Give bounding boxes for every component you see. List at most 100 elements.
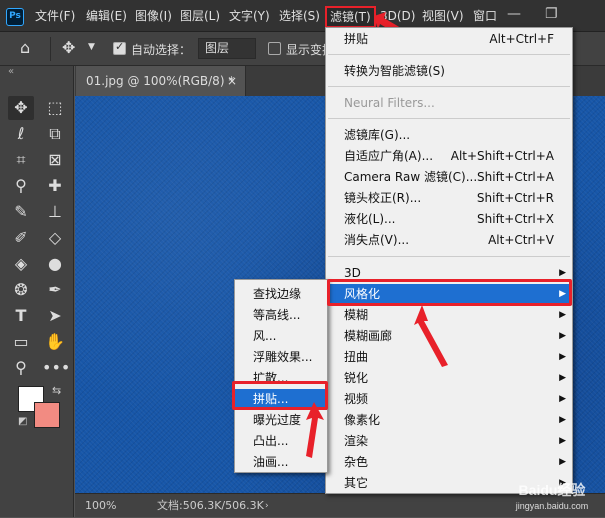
tools-panel: « ✥ ⬚ ℓ ⧉ ⌗ ⊠ ⚲ ✚ ✎ ⊥ ✐ ◇ ◈ ● ❂ ✒ T ➤ ▭ … [0, 66, 74, 517]
filter-menu-item-shortcut: Shift+Ctrl+A [477, 170, 554, 184]
filter-menu-item-shortcut: Alt+Ctrl+F [489, 32, 554, 46]
stylize-submenu-item[interactable]: 风... [235, 326, 327, 347]
filter-menu-item-label: 风格化 [344, 287, 381, 301]
svg-text:Baidu经验: Baidu经验 [519, 482, 587, 498]
svg-text:jingyan.baidu.com: jingyan.baidu.com [515, 501, 589, 511]
submenu-arrow-icon: ▶ [559, 415, 566, 425]
menu-edit[interactable]: 编辑(E) [86, 8, 127, 25]
more-tools-icon[interactable]: ••• [42, 356, 70, 380]
filter-menu-item-label: 锐化 [344, 371, 369, 385]
filter-menu-item[interactable]: 镜头校正(R)... Shift+Ctrl+R [326, 188, 572, 209]
submenu-arrow-icon: ▶ [559, 457, 566, 467]
restore-button[interactable]: ❐ [545, 6, 558, 22]
zoom-level[interactable]: 100% [85, 494, 116, 518]
filter-menu-item[interactable]: 风格化 ▶ [326, 284, 572, 305]
filter-menu-item[interactable]: 杂色 ▶ [326, 452, 572, 473]
eraser-tool-icon[interactable]: ◇ [42, 226, 68, 250]
filter-menu-item[interactable]: 视频 ▶ [326, 389, 572, 410]
object-select-tool-icon[interactable]: ⧉ [42, 122, 68, 146]
stylize-submenu-item[interactable]: 等高线... [235, 305, 327, 326]
crop-tool-icon[interactable]: ⌗ [8, 148, 34, 172]
filter-menu-item[interactable]: Camera Raw 滤镜(C)... Shift+Ctrl+A [326, 167, 572, 188]
chevron-down-icon[interactable]: ▼ [88, 42, 95, 52]
eyedropper-tool-icon[interactable]: ⚲ [8, 174, 34, 198]
menu-type[interactable]: 文字(Y) [229, 8, 270, 25]
menu-separator [328, 86, 570, 87]
lasso-tool-icon[interactable]: ℓ [8, 122, 34, 146]
stamp-tool-icon[interactable]: ⊥ [42, 200, 68, 224]
rectangle-tool-icon[interactable]: ▭ [8, 330, 34, 354]
home-icon[interactable]: ⌂ [20, 38, 30, 57]
collapse-icon[interactable]: « [8, 66, 14, 77]
stylize-submenu-item[interactable]: 查找边缘 [235, 284, 327, 305]
filter-menu-item-label: 渲染 [344, 434, 369, 448]
swap-colors-icon[interactable]: ⇆ [52, 384, 61, 397]
filter-menu-item[interactable]: 锐化 ▶ [326, 368, 572, 389]
minimize-button[interactable]: — [507, 6, 521, 22]
filter-menu-item-label: 拼贴 [344, 32, 369, 46]
path-select-tool-icon[interactable]: ➤ [42, 304, 68, 328]
auto-select-checkbox[interactable] [113, 40, 126, 55]
menu-layer[interactable]: 图层(L) [180, 8, 220, 25]
filter-menu-item[interactable]: 滤镜库(G)... [326, 125, 572, 146]
default-colors-icon[interactable]: ◩ [18, 416, 27, 427]
stylize-submenu-item[interactable]: 浮雕效果... [235, 347, 327, 368]
healing-brush-tool-icon[interactable]: ✚ [42, 174, 68, 198]
menu-view[interactable]: 视图(V) [422, 8, 464, 25]
blur-tool-icon[interactable]: ● [42, 252, 68, 276]
filter-menu-item-label: Camera Raw 滤镜(C)... [344, 170, 478, 184]
submenu-arrow-icon: ▶ [559, 352, 566, 362]
pen-tool-icon[interactable]: ✒ [42, 278, 68, 302]
submenu-arrow-icon: ▶ [559, 436, 566, 446]
menu-separator [328, 54, 570, 55]
stylize-submenu-item[interactable]: 扩散... [235, 368, 327, 389]
filter-menu-item[interactable]: 自适应广角(A)... Alt+Shift+Ctrl+A [326, 146, 572, 167]
type-tool-icon[interactable]: T [8, 304, 34, 328]
show-transform-checkbox[interactable] [268, 42, 281, 55]
filter-menu-item[interactable]: 转换为智能滤镜(S) [326, 61, 572, 82]
close-tab-icon[interactable]: × [227, 66, 237, 96]
submenu-arrow-icon: ▶ [559, 310, 566, 320]
document-tab[interactable]: 01.jpg @ 100%(RGB/8) * × [76, 66, 246, 96]
move-icon[interactable]: ✥ [62, 38, 75, 57]
menu-select[interactable]: 选择(S) [279, 8, 320, 25]
marquee-tool-icon[interactable]: ⬚ [42, 96, 68, 120]
filter-menu-item-label: 扭曲 [344, 350, 369, 364]
filter-menu-item[interactable]: Neural Filters... [326, 93, 572, 114]
hand-tool-icon[interactable]: ✋ [42, 330, 68, 354]
filter-menu-item[interactable]: 渲染 ▶ [326, 431, 572, 452]
submenu-arrow-icon: ▶ [559, 373, 566, 383]
menu-separator [328, 118, 570, 119]
filter-menu: 拼贴 Alt+Ctrl+F 转换为智能滤镜(S) Neural Filters... 滤… [325, 27, 573, 494]
menu-filter[interactable]: 滤镜(T) [325, 6, 376, 28]
filter-menu-item-shortcut: Shift+Ctrl+X [477, 212, 554, 226]
history-brush-tool-icon[interactable]: ✐ [8, 226, 34, 250]
submenu-arrow-icon: ▶ [559, 394, 566, 404]
filter-menu-item[interactable]: 像素化 ▶ [326, 410, 572, 431]
menu-image[interactable]: 图像(I) [135, 8, 172, 25]
auto-select-label: 自动选择： [131, 43, 192, 57]
brush-tool-icon[interactable]: ✎ [8, 200, 34, 224]
background-color-swatch[interactable] [34, 402, 60, 428]
divider [50, 37, 51, 61]
chevron-right-icon[interactable]: › [265, 494, 269, 518]
move-tool-icon[interactable]: ✥ [8, 96, 34, 120]
frame-tool-icon[interactable]: ⊠ [42, 148, 68, 172]
menu-window[interactable]: 窗口 [473, 8, 497, 25]
filter-menu-item-label: 液化(L)... [344, 212, 396, 226]
filter-menu-item[interactable]: 3D ▶ [326, 263, 572, 284]
filter-menu-item-shortcut: Shift+Ctrl+R [476, 191, 554, 205]
layer-select-value: 图层 [205, 41, 230, 55]
filter-menu-item[interactable]: 拼贴 Alt+Ctrl+F [326, 29, 572, 50]
annotation-arrow-tile [306, 402, 324, 458]
filter-menu-item-label: 消失点(V)... [344, 233, 410, 247]
paint-bucket-tool-icon[interactable]: ◈ [8, 252, 34, 276]
filter-menu-item[interactable]: 消失点(V)... Alt+Ctrl+V [326, 230, 572, 251]
menu-separator [328, 256, 570, 257]
menu-file[interactable]: 文件(F) [35, 8, 75, 25]
filter-menu-item[interactable]: 液化(L)... Shift+Ctrl+X [326, 209, 572, 230]
zoom-tool-icon[interactable]: ⚲ [8, 356, 34, 380]
layer-select-dropdown[interactable]: 图层 [198, 38, 256, 59]
dodge-tool-icon[interactable]: ❂ [8, 278, 34, 302]
document-info: 文档:506.3K/506.3K [157, 499, 264, 512]
